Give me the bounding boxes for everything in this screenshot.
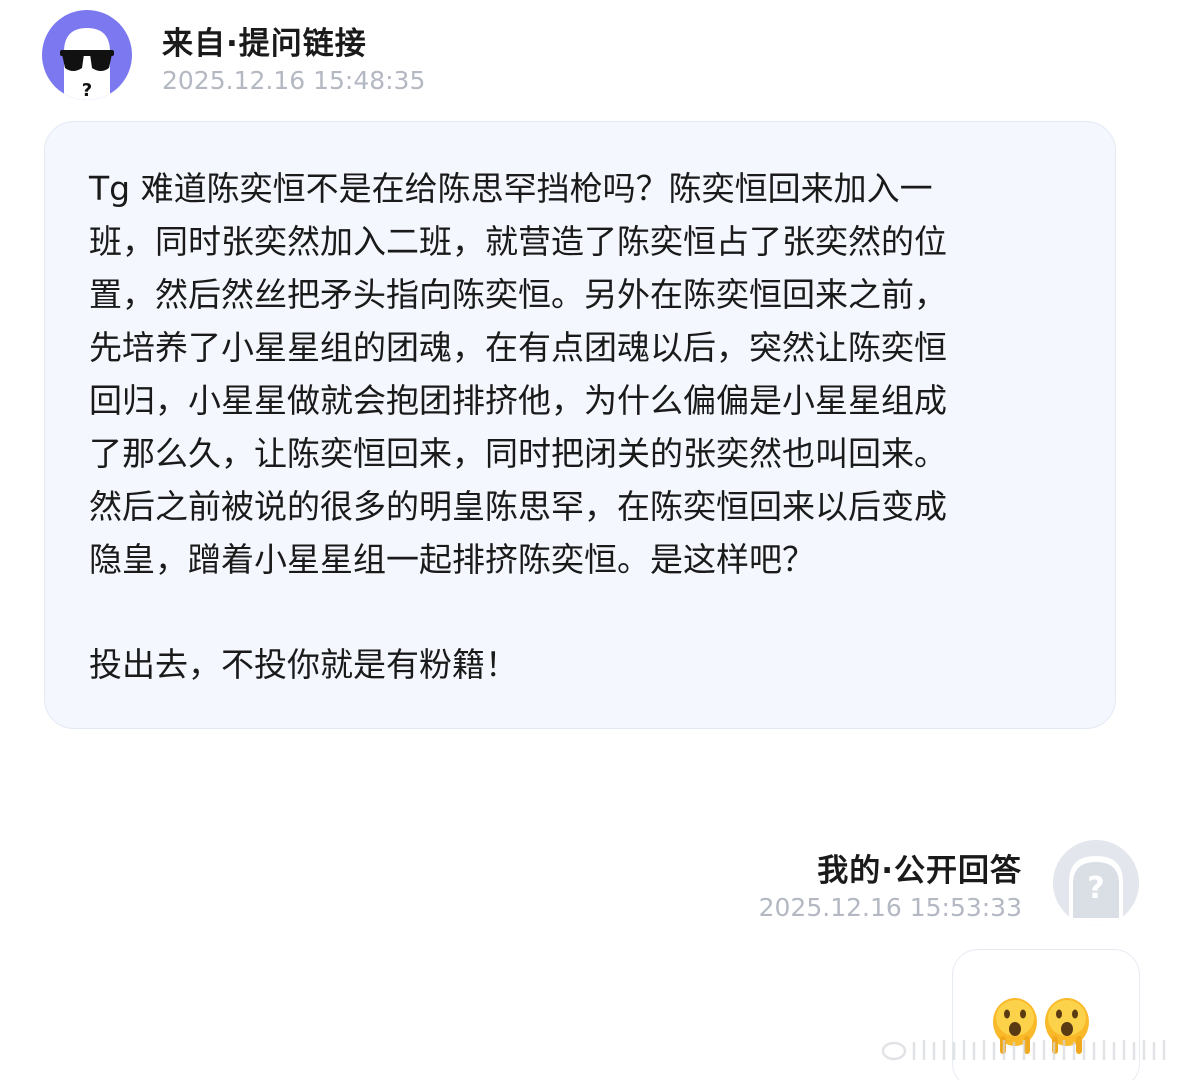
svg-text:?: ? xyxy=(1087,871,1104,906)
question-text-closing: 投出去，不投你就是有粉籍！ xyxy=(89,645,518,684)
svg-text:?: ? xyxy=(82,80,92,100)
question-text: Tg 难道陈奕恒不是在给陈思罕挡枪吗？陈奕恒回来加入一 班，同时张奕然加入二班，… xyxy=(89,169,947,579)
question-bubble: Tg 难道陈奕恒不是在给陈思罕挡枪吗？陈奕恒回来加入一 班，同时张奕然加入二班，… xyxy=(44,121,1116,729)
answer-avatar[interactable]: ? xyxy=(1053,840,1139,926)
qa-page: ? 来自·提问链接 2025.12.16 15:48:35 Tg 难道陈奕恒不是… xyxy=(0,0,1182,1080)
answer-timestamp: 2025.12.16 15:53:33 xyxy=(758,893,1022,922)
watermark-logo xyxy=(880,1036,1180,1064)
weibo-watermark-icon xyxy=(881,1040,1166,1061)
question-timestamp: 2025.12.16 15:48:35 xyxy=(162,66,426,95)
question-avatar[interactable]: ? xyxy=(42,10,132,100)
question-mark-ghost-icon: ? xyxy=(1053,840,1139,926)
sunglasses-ghost-icon: ? xyxy=(60,28,114,100)
question-source-title: 来自·提问链接 xyxy=(162,26,367,62)
answer-title: 我的·公开回答 xyxy=(817,853,1022,889)
